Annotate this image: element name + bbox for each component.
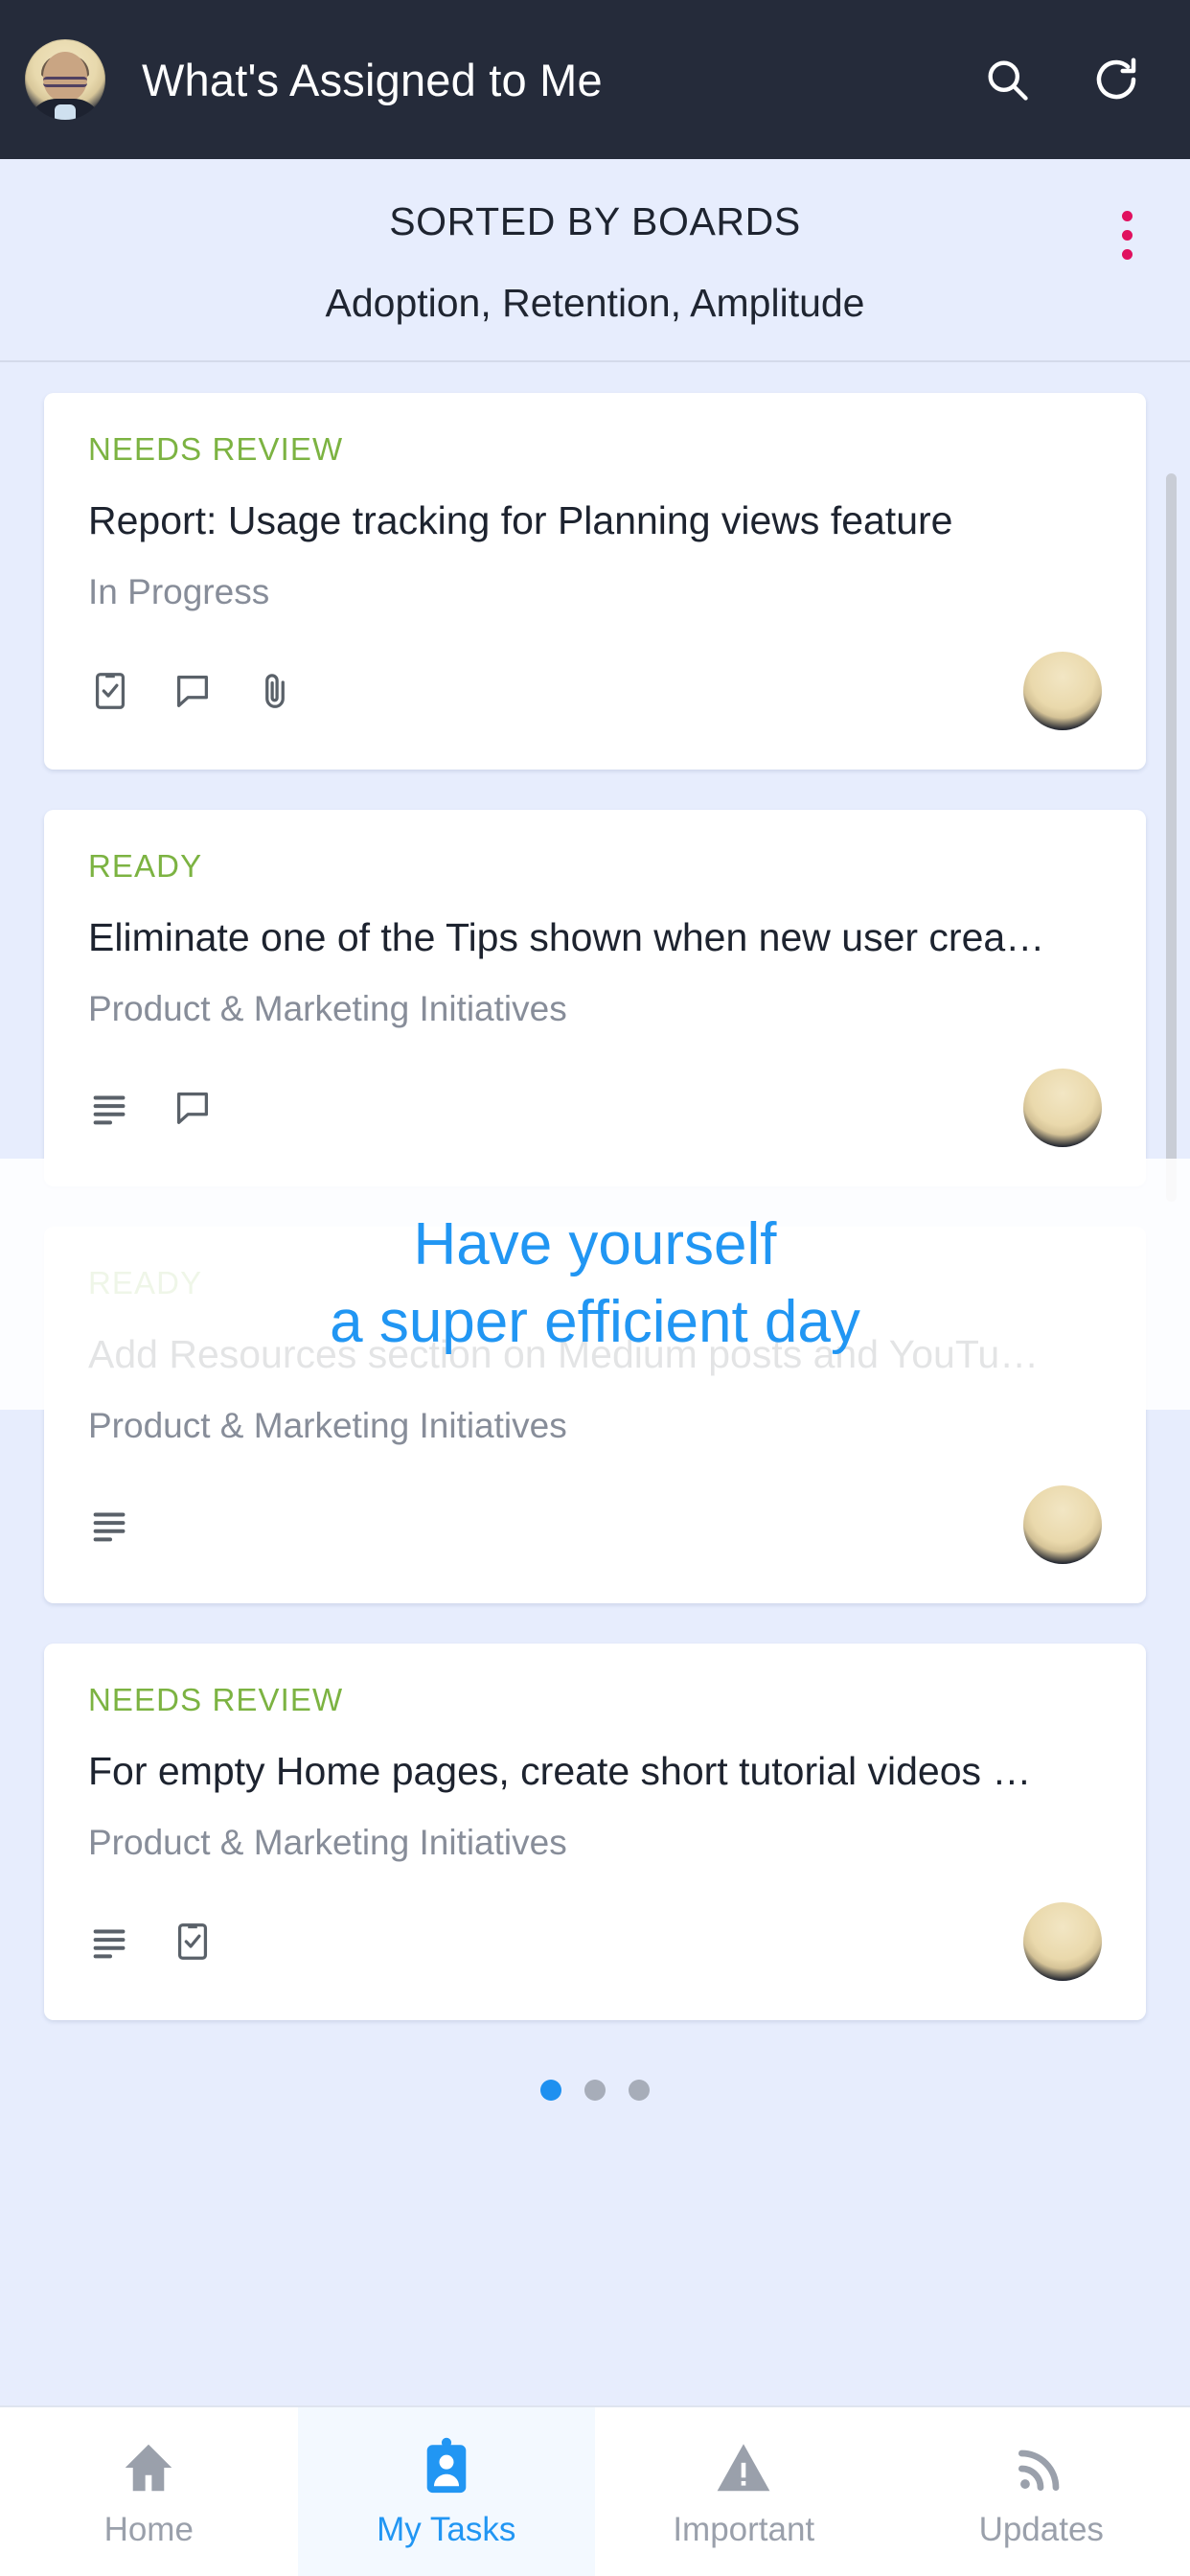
table-row[interactable]: NEEDS REVIEW For empty Home pages, creat… xyxy=(44,1644,1146,2020)
search-button[interactable] xyxy=(979,52,1035,107)
avatar[interactable] xyxy=(1023,1902,1102,1981)
refresh-button[interactable] xyxy=(1088,52,1144,107)
important-icon-wrap xyxy=(713,2434,774,2497)
description-icon[interactable] xyxy=(88,1086,132,1130)
app-bar: What's Assigned to Me xyxy=(0,0,1190,159)
attachment-icon[interactable] xyxy=(253,669,297,713)
app-screen: What's Assigned to Me SORTED BY BOARDS A… xyxy=(0,0,1190,2576)
table-row[interactable]: READY Eliminate one of the Tips shown wh… xyxy=(44,810,1146,1186)
card-footer xyxy=(88,651,1102,731)
pager-dots[interactable] xyxy=(44,2060,1146,2126)
card-title: Add Resources section on Medium posts an… xyxy=(88,1332,1040,1376)
card-subtitle: Product & Marketing Initiatives xyxy=(88,1823,567,1862)
card-title: For empty Home pages, create short tutor… xyxy=(88,1749,1032,1793)
card-subtitle: Product & Marketing Initiatives xyxy=(88,1406,567,1445)
nav-label-my-tasks: My Tasks xyxy=(377,2511,516,2548)
card-footer xyxy=(88,1901,1102,1982)
card-meta-icons xyxy=(88,1503,132,1547)
bottom-navigation: Home My Tasks Important Updates xyxy=(0,2405,1190,2576)
nav-label-important: Important xyxy=(673,2511,815,2548)
description-icon[interactable] xyxy=(88,1503,132,1547)
kebab-dot-3 xyxy=(1122,249,1133,260)
card-footer xyxy=(88,1484,1102,1565)
kebab-dot-2 xyxy=(1122,230,1133,241)
nav-item-home[interactable]: Home xyxy=(0,2407,298,2576)
checklist-icon[interactable] xyxy=(171,1920,215,1964)
status-badge: NEEDS REVIEW xyxy=(88,1682,344,1717)
table-row[interactable]: READY Add Resources section on Medium po… xyxy=(44,1227,1146,1603)
pager-dot-2[interactable] xyxy=(584,2080,606,2101)
avatar[interactable] xyxy=(1023,1485,1102,1564)
rss-feed-icon xyxy=(1018,2450,1060,2492)
home-icon-wrap xyxy=(118,2434,179,2497)
avatar[interactable] xyxy=(1023,1069,1102,1147)
user-avatar[interactable] xyxy=(25,39,105,120)
avatar-glasses xyxy=(43,77,87,88)
nav-label-home: Home xyxy=(103,2511,194,2548)
card-subtitle: Product & Marketing Initiatives xyxy=(88,989,567,1028)
kebab-menu-button[interactable] xyxy=(1116,205,1138,265)
sort-subtitle: Adoption, Retention, Amplitude xyxy=(325,281,865,325)
avatar[interactable] xyxy=(1023,652,1102,730)
nav-item-important[interactable]: Important xyxy=(595,2407,893,2576)
card-meta-icons xyxy=(88,1086,215,1130)
pager-dot-3[interactable] xyxy=(629,2080,650,2101)
card-meta-icons xyxy=(88,1920,215,1964)
sort-header: SORTED BY BOARDS Adoption, Retention, Am… xyxy=(0,159,1190,360)
nav-label-updates: Updates xyxy=(978,2511,1104,2548)
table-row[interactable]: NEEDS REVIEW Report: Usage tracking for … xyxy=(44,393,1146,770)
comment-icon[interactable] xyxy=(171,669,215,713)
card-subtitle: In Progress xyxy=(88,572,270,611)
status-badge: READY xyxy=(88,1265,203,1300)
card-title: Eliminate one of the Tips shown when new… xyxy=(88,915,1045,959)
checklist-icon[interactable] xyxy=(88,669,132,713)
home-icon xyxy=(125,2444,172,2492)
comment-icon[interactable] xyxy=(171,1086,215,1130)
sort-title: SORTED BY BOARDS xyxy=(389,199,801,243)
task-card-list: NEEDS REVIEW Report: Usage tracking for … xyxy=(0,362,1190,2126)
pager-dot-1[interactable] xyxy=(540,2080,561,2101)
description-icon[interactable] xyxy=(88,1920,132,1964)
my-tasks-badge-icon xyxy=(426,2437,467,2494)
card-title: Report: Usage tracking for Planning view… xyxy=(88,498,953,542)
nav-item-updates[interactable]: Updates xyxy=(893,2407,1190,2576)
card-meta-icons xyxy=(88,669,297,713)
app-bar-actions xyxy=(979,52,1144,107)
updates-icon-wrap xyxy=(1012,2434,1071,2497)
nav-item-my-tasks[interactable]: My Tasks xyxy=(297,2407,595,2576)
avatar-shirt xyxy=(55,104,76,120)
card-footer xyxy=(88,1068,1102,1148)
kebab-dot-1 xyxy=(1122,211,1133,221)
status-badge: NEEDS REVIEW xyxy=(88,431,344,467)
my-tasks-icon-wrap xyxy=(419,2434,474,2497)
status-badge: READY xyxy=(88,848,203,884)
search-icon xyxy=(988,60,1028,101)
vertical-scrollbar[interactable] xyxy=(1166,473,1177,1202)
warning-triangle-icon xyxy=(717,2444,770,2492)
refresh-icon xyxy=(1096,58,1136,100)
page-title: What's Assigned to Me xyxy=(142,54,603,105)
